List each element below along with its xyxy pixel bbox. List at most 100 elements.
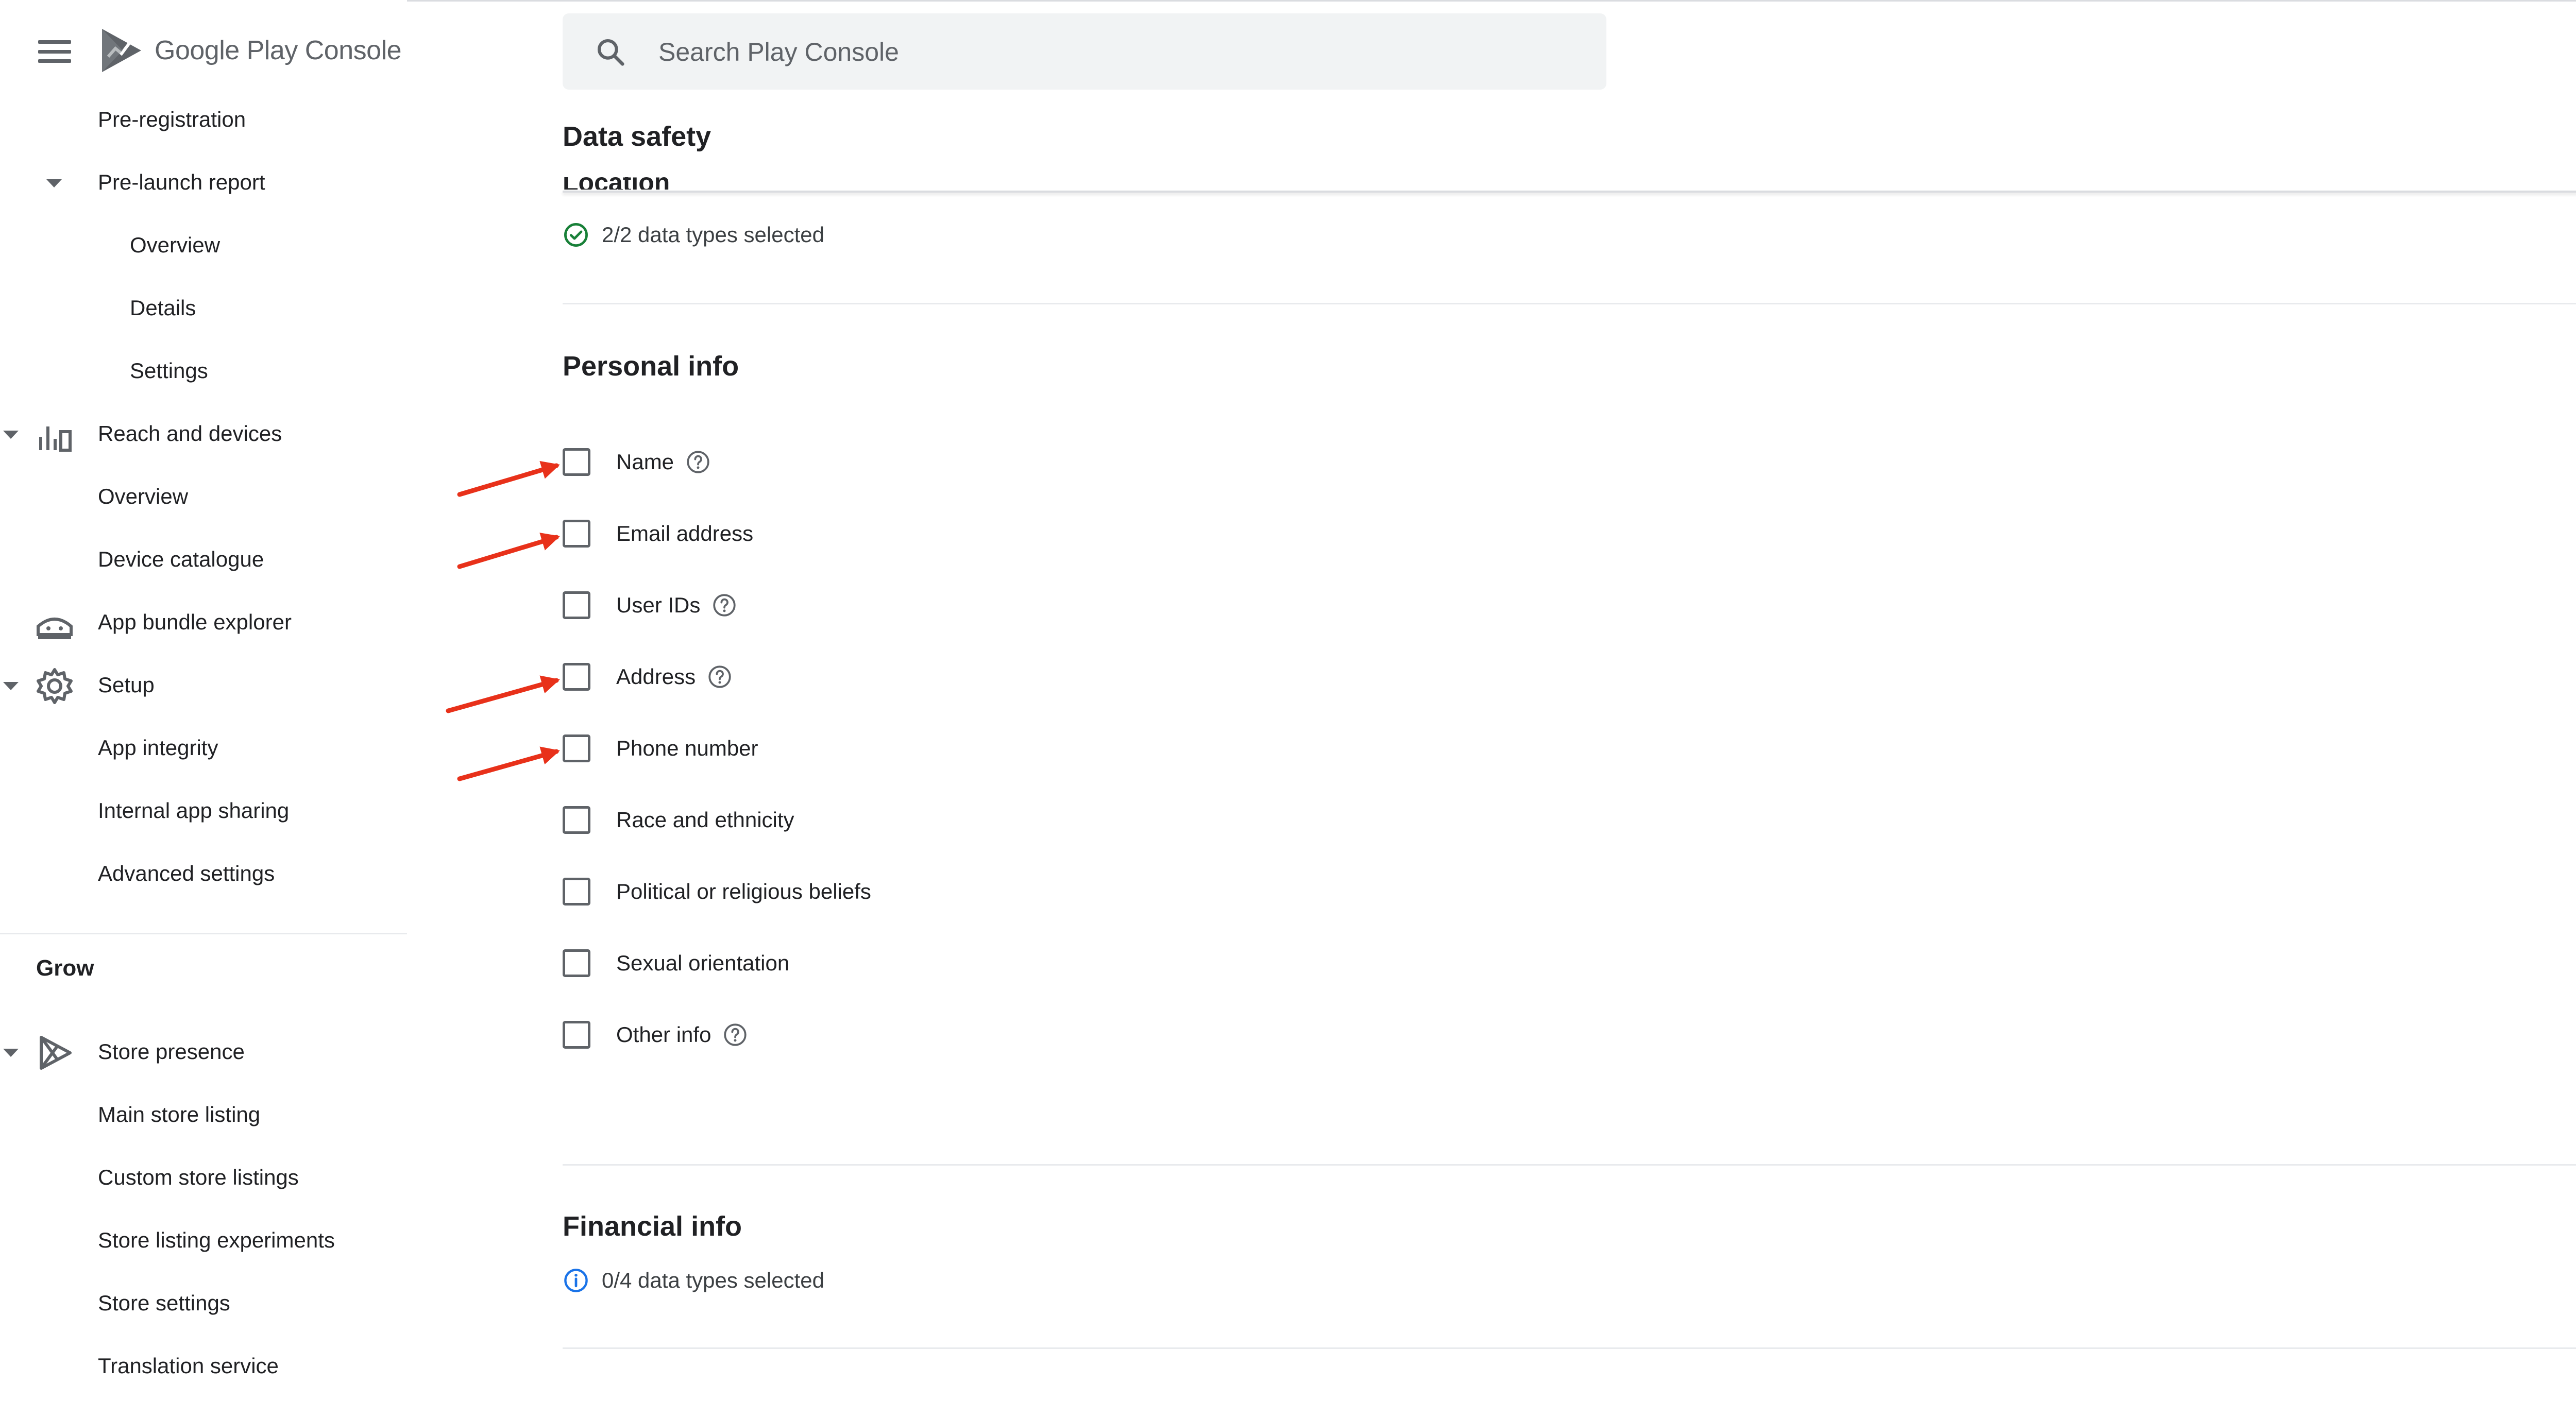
- sidebar-item-label: Overview: [130, 233, 221, 257]
- sidebar-item-advanced-settings[interactable]: Advanced settings: [98, 853, 275, 894]
- sidebar-item-reach-and-devices[interactable]: Reach and devices: [98, 413, 282, 454]
- other-info-checkbox[interactable]: [563, 1021, 590, 1049]
- section-divider: [563, 303, 2576, 304]
- sticky-header-divider: [563, 191, 2576, 193]
- sidebar-item-main-store-listing[interactable]: Main store listing: [98, 1094, 260, 1135]
- sidebar-item-label: Internal app sharing: [98, 798, 290, 823]
- name-checkbox[interactable]: [563, 448, 590, 476]
- section-divider: [563, 1164, 2576, 1166]
- sidebar-item-label: Pre-launch report: [98, 170, 265, 194]
- checkbox-row-phone-number[interactable]: Phone number: [563, 730, 758, 766]
- sidebar-item-label: Details: [130, 296, 196, 320]
- checkbox-row-address[interactable]: Address: [563, 659, 733, 695]
- sidebar-item-custom-store-listings[interactable]: Custom store listings: [98, 1157, 299, 1198]
- financial-info-status-text: 0/4 data types selected: [602, 1268, 824, 1292]
- sidebar-section-grow: Grow: [36, 955, 94, 981]
- play-console-logo-icon: [102, 29, 141, 72]
- check-circle-icon: [564, 223, 588, 247]
- annotation-arrow-address: [446, 675, 560, 713]
- info-icon: [564, 1269, 588, 1292]
- chevron-down-icon[interactable]: [46, 179, 62, 187]
- sidebar-item-store-presence[interactable]: Store presence: [98, 1031, 245, 1072]
- sidebar-item-reach-overview[interactable]: Overview: [98, 476, 188, 517]
- sidebar-item-translation-service[interactable]: Translation service: [98, 1345, 279, 1387]
- gear-icon: [37, 668, 73, 704]
- checkbox-label[interactable]: Political or religious beliefs: [616, 879, 871, 904]
- checkbox-label[interactable]: Address: [616, 664, 696, 689]
- section-heading-financial-info: Financial info: [563, 1211, 742, 1242]
- sidebar-item-app-integrity[interactable]: App integrity: [98, 727, 218, 768]
- sidebar-item-pre-launch-report[interactable]: Pre-launch report: [98, 162, 265, 203]
- checkbox-row-name[interactable]: Name: [563, 444, 711, 480]
- sidebar-item-label: Reach and devices: [98, 421, 282, 446]
- page: Google Play Console Pre-registration Pre…: [0, 0, 2576, 1401]
- help-icon[interactable]: [722, 1022, 748, 1048]
- section-divider: [563, 1347, 2576, 1349]
- checkbox-label[interactable]: Phone number: [616, 736, 758, 761]
- sidebar-item-label: Custom store listings: [98, 1165, 299, 1189]
- sidebar-item-pre-registration[interactable]: Pre-registration: [98, 99, 246, 140]
- sidebar-item-label: Device catalogue: [98, 547, 264, 571]
- checkbox-row-other-info[interactable]: Other info: [563, 1017, 748, 1053]
- sidebar-item-label: App integrity: [98, 736, 218, 760]
- search-bar[interactable]: [563, 13, 1606, 90]
- annotation-arrow-phone: [457, 746, 560, 781]
- sidebar-item-label: Translation service: [98, 1354, 279, 1378]
- checkbox-label[interactable]: Sexual orientation: [616, 951, 789, 976]
- checkbox-label[interactable]: Other info: [616, 1022, 711, 1047]
- sidebar-item-store-listing-experiments[interactable]: Store listing experiments: [98, 1220, 335, 1261]
- sidebar-item-label: App bundle explorer: [98, 610, 292, 634]
- search-input[interactable]: [658, 34, 1534, 70]
- checkbox-row-sexual-orientation[interactable]: Sexual orientation: [563, 945, 789, 981]
- page-title: Data safety: [563, 121, 711, 152]
- sidebar-item-device-catalogue[interactable]: Device catalogue: [98, 539, 264, 580]
- sidebar-item-label: Store settings: [98, 1291, 230, 1315]
- checkbox-label[interactable]: Name: [616, 450, 674, 474]
- financial-info-status: 0/4 data types selected: [563, 1267, 824, 1294]
- logo-text-console: Console: [304, 36, 402, 65]
- chevron-down-icon[interactable]: [3, 682, 19, 690]
- sidebar-item-store-settings[interactable]: Store settings: [98, 1283, 230, 1324]
- phone-number-checkbox[interactable]: [563, 734, 590, 762]
- sidebar-item-prelaunch-settings[interactable]: Settings: [130, 350, 208, 391]
- chevron-down-icon[interactable]: [3, 431, 19, 439]
- checkbox-row-email-address[interactable]: Email address: [563, 516, 753, 552]
- email-address-checkbox[interactable]: [563, 520, 590, 548]
- sidebar-item-label: Overview: [98, 484, 189, 508]
- help-icon[interactable]: [685, 449, 711, 475]
- sexual-orientation-checkbox[interactable]: [563, 949, 590, 977]
- sidebar-item-label: Advanced settings: [98, 861, 275, 885]
- search-icon[interactable]: [595, 36, 626, 68]
- checkbox-row-political-or-religious-beliefs[interactable]: Political or religious beliefs: [563, 874, 871, 910]
- location-status-text: 2/2 data types selected: [602, 223, 824, 247]
- sidebar-item-prelaunch-overview[interactable]: Overview: [130, 225, 220, 266]
- address-checkbox[interactable]: [563, 663, 590, 691]
- google-play-console-logo[interactable]: Google Play Console: [98, 25, 402, 76]
- checkbox-label[interactable]: User IDs: [616, 593, 700, 618]
- location-status: 2/2 data types selected: [563, 221, 824, 248]
- play-store-icon: [40, 1036, 72, 1070]
- logo-text: Google Play Console: [155, 35, 402, 66]
- menu-icon[interactable]: [34, 36, 75, 67]
- user-ids-checkbox[interactable]: [563, 591, 590, 619]
- political-or-religious-beliefs-checkbox[interactable]: [563, 878, 590, 905]
- sidebar-item-prelaunch-details[interactable]: Details: [130, 287, 196, 329]
- sidebar-item-label: Main store listing: [98, 1102, 261, 1126]
- sidebar-item-setup[interactable]: Setup: [98, 664, 155, 706]
- sidebar-item-app-bundle-explorer[interactable]: App bundle explorer: [98, 602, 292, 643]
- chevron-down-icon[interactable]: [3, 1049, 19, 1057]
- race-and-ethnicity-checkbox[interactable]: [563, 806, 590, 834]
- checkbox-label[interactable]: Email address: [616, 521, 753, 546]
- help-icon[interactable]: [711, 592, 737, 618]
- checkbox-row-race-and-ethnicity[interactable]: Race and ethnicity: [563, 802, 794, 838]
- sidebar-divider: [0, 933, 407, 934]
- checkbox-label[interactable]: Race and ethnicity: [616, 808, 794, 832]
- annotation-arrow-name: [457, 460, 560, 497]
- sidebar-item-label: Pre-registration: [98, 107, 246, 131]
- sidebar: Google Play Console Pre-registration Pre…: [0, 0, 407, 1401]
- help-icon[interactable]: [707, 664, 733, 690]
- checkbox-row-user-ids[interactable]: User IDs: [563, 587, 737, 623]
- sidebar-item-label: Setup: [98, 673, 155, 697]
- sidebar-item-internal-app-sharing[interactable]: Internal app sharing: [98, 790, 289, 831]
- sidebar-item-label: Store presence: [98, 1039, 245, 1064]
